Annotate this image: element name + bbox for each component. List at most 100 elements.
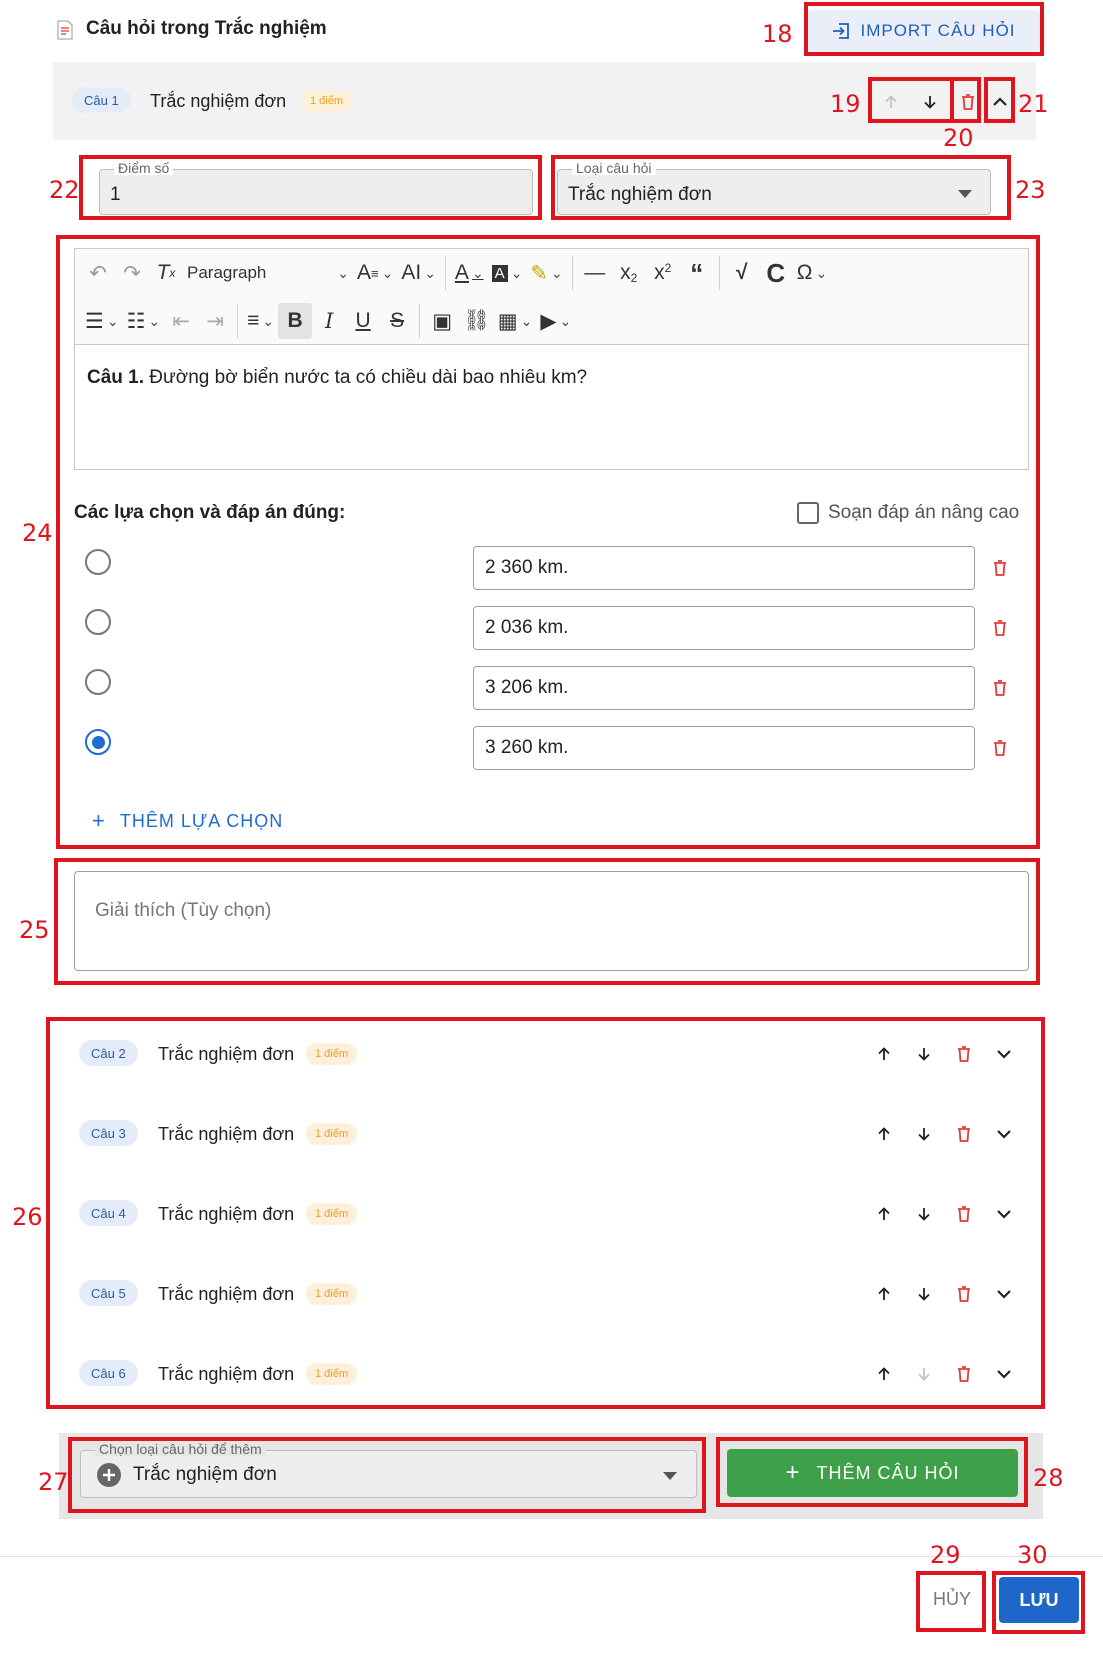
trash-icon <box>958 1366 970 1382</box>
question-row[interactable]: Câu 4 Trắc nghiệm đơn 1 điểm <box>79 1191 1019 1235</box>
numbered-list-icon[interactable]: ☷ ⌄ <box>123 303 165 339</box>
font-family-icon[interactable]: AI ⌄ <box>397 255 440 291</box>
move-up-button[interactable] <box>869 1119 899 1149</box>
chemistry-formula-icon[interactable]: C <box>759 255 793 291</box>
option-3-input[interactable]: 3 206 km. <box>473 666 975 710</box>
math-formula-icon[interactable]: √ <box>725 255 759 291</box>
add-circle-icon <box>97 1463 121 1487</box>
subscript-icon[interactable]: x2 <box>612 255 646 291</box>
question-type-label: Trắc nghiệm đơn <box>158 1204 295 1224</box>
add-question-type-select[interactable]: Chọn loại câu hỏi để thêm Trắc nghiệm đơ… <box>80 1442 697 1498</box>
insert-image-icon[interactable]: ▣ <box>425 303 459 339</box>
blockquote-icon[interactable]: “ <box>680 255 714 291</box>
move-down-button[interactable] <box>909 1279 939 1309</box>
superscript-icon[interactable]: x2 <box>646 255 680 291</box>
add-question-button[interactable]: + THÊM CÂU HỎI <box>727 1449 1018 1497</box>
outdent-icon[interactable]: ⇤ <box>164 303 198 339</box>
move-down-button[interactable] <box>909 1119 939 1149</box>
move-down-button[interactable] <box>909 1359 939 1389</box>
special-characters-icon[interactable]: Ω ⌄ <box>793 255 831 291</box>
question-type-select[interactable]: Loại câu hỏi Trắc nghiệm đơn <box>557 161 991 215</box>
move-up-button[interactable] <box>869 1199 899 1229</box>
question-row[interactable]: Câu 2 Trắc nghiệm đơn 1 điểm <box>79 1031 1019 1075</box>
expand-question-button[interactable] <box>989 1279 1019 1309</box>
horizontal-line-icon[interactable]: — <box>578 255 612 291</box>
expand-question-button[interactable] <box>989 1039 1019 1069</box>
bold-icon[interactable]: B <box>278 303 313 339</box>
move-down-button[interactable] <box>914 86 946 118</box>
cancel-button[interactable]: HỦY <box>921 1577 983 1621</box>
question-row[interactable]: Câu 6 Trắc nghiệm đơn 1 điểm <box>79 1351 1019 1395</box>
italic-icon[interactable]: I <box>312 303 346 339</box>
dropdown-caret-icon <box>958 190 972 198</box>
font-color-icon[interactable]: A ⌄ <box>451 255 488 291</box>
arrow-down-icon <box>918 1288 930 1301</box>
collapse-question-button[interactable] <box>986 86 1014 118</box>
question-type-select-label: Loại câu hỏi <box>572 161 656 175</box>
save-button[interactable]: LƯU <box>999 1577 1079 1623</box>
highlight-icon[interactable]: ✎ ⌄ <box>526 255 566 291</box>
points-badge: 1 điểm <box>306 1043 358 1065</box>
clear-format-icon[interactable]: Tx <box>149 255 183 291</box>
arrow-down-icon <box>924 96 936 109</box>
option-4-input[interactable]: 3 260 km. <box>473 726 975 770</box>
option-3-radio[interactable] <box>85 669 111 695</box>
explanation-field[interactable]: Giải thích (Tùy chọn) <box>74 871 1029 971</box>
redo-icon[interactable]: ↷ <box>115 255 149 291</box>
trash-icon[interactable] <box>993 560 1007 576</box>
delete-question-button[interactable] <box>954 86 982 118</box>
trash-icon[interactable] <box>993 620 1007 636</box>
score-field-label: Điểm số <box>114 161 174 175</box>
align-icon[interactable]: ≡ ⌄ <box>243 303 278 339</box>
trash-icon[interactable] <box>993 680 1007 696</box>
add-option-button[interactable]: + THÊM LỰA CHỌN <box>92 808 283 834</box>
delete-question-button[interactable] <box>949 1119 979 1149</box>
underline-icon[interactable]: U <box>346 303 380 339</box>
move-down-button[interactable] <box>909 1039 939 1069</box>
delete-question-button[interactable] <box>949 1279 979 1309</box>
strikethrough-icon[interactable]: S <box>380 303 414 339</box>
advanced-answer-checkbox[interactable]: Soạn đáp án nâng cao <box>797 502 1019 524</box>
background-color-icon[interactable]: A ⌄ <box>488 255 527 291</box>
annotation-number: 21 <box>1018 90 1049 118</box>
link-icon[interactable]: ⛓ <box>459 303 494 339</box>
annotation-number: 27 <box>38 1468 69 1496</box>
option-1-radio[interactable] <box>85 549 111 575</box>
annotation-number: 25 <box>19 916 50 944</box>
option-1-input[interactable]: 2 360 km. <box>473 546 975 590</box>
paragraph-select[interactable]: Paragraph ⌄ <box>183 255 353 291</box>
bulleted-list-icon[interactable]: ☰ ⌄ <box>81 303 123 339</box>
font-size-icon[interactable]: A ≡ ⌄ <box>353 255 397 291</box>
dropdown-caret-icon <box>663 1472 677 1480</box>
expand-question-button[interactable] <box>989 1359 1019 1389</box>
question-row[interactable]: Câu 3 Trắc nghiệm đơn 1 điểm <box>79 1111 1019 1155</box>
import-questions-button[interactable]: IMPORT CÂU HỎI <box>808 10 1040 52</box>
insert-media-icon[interactable]: ▶ ⌄ <box>536 303 575 339</box>
insert-table-icon[interactable]: ▦ ⌄ <box>494 303 537 339</box>
delete-question-button[interactable] <box>949 1199 979 1229</box>
question-row[interactable]: Câu 5 Trắc nghiệm đơn 1 điểm <box>79 1271 1019 1315</box>
paragraph-label: Paragraph <box>187 263 267 282</box>
score-field[interactable]: Điểm số 1 <box>99 161 533 215</box>
expand-question-button[interactable] <box>989 1199 1019 1229</box>
delete-question-button[interactable] <box>949 1039 979 1069</box>
expand-question-button[interactable] <box>989 1119 1019 1149</box>
question-number-chip: Câu 6 <box>79 1360 138 1386</box>
chevron-down-icon <box>997 1050 1011 1059</box>
option-2-radio[interactable] <box>85 609 111 635</box>
move-up-button[interactable] <box>869 1279 899 1309</box>
move-up-button[interactable] <box>869 1039 899 1069</box>
option-4-radio[interactable] <box>85 729 111 755</box>
arrow-up-icon <box>878 1367 890 1380</box>
option-2-input[interactable]: 2 036 km. <box>473 606 975 650</box>
editor-content[interactable]: Câu 1. Đường bờ biển nước ta có chiều dà… <box>87 367 587 389</box>
move-up-button[interactable] <box>869 1359 899 1389</box>
trash-icon[interactable] <box>993 740 1007 756</box>
undo-icon[interactable]: ↶ <box>81 255 115 291</box>
move-up-button[interactable] <box>875 86 907 118</box>
arrow-up-icon <box>878 1127 890 1140</box>
options-title: Các lựa chọn và đáp án đúng: <box>74 502 346 523</box>
delete-question-button[interactable] <box>949 1359 979 1389</box>
move-down-button[interactable] <box>909 1199 939 1229</box>
indent-icon[interactable]: ⇥ <box>198 303 232 339</box>
